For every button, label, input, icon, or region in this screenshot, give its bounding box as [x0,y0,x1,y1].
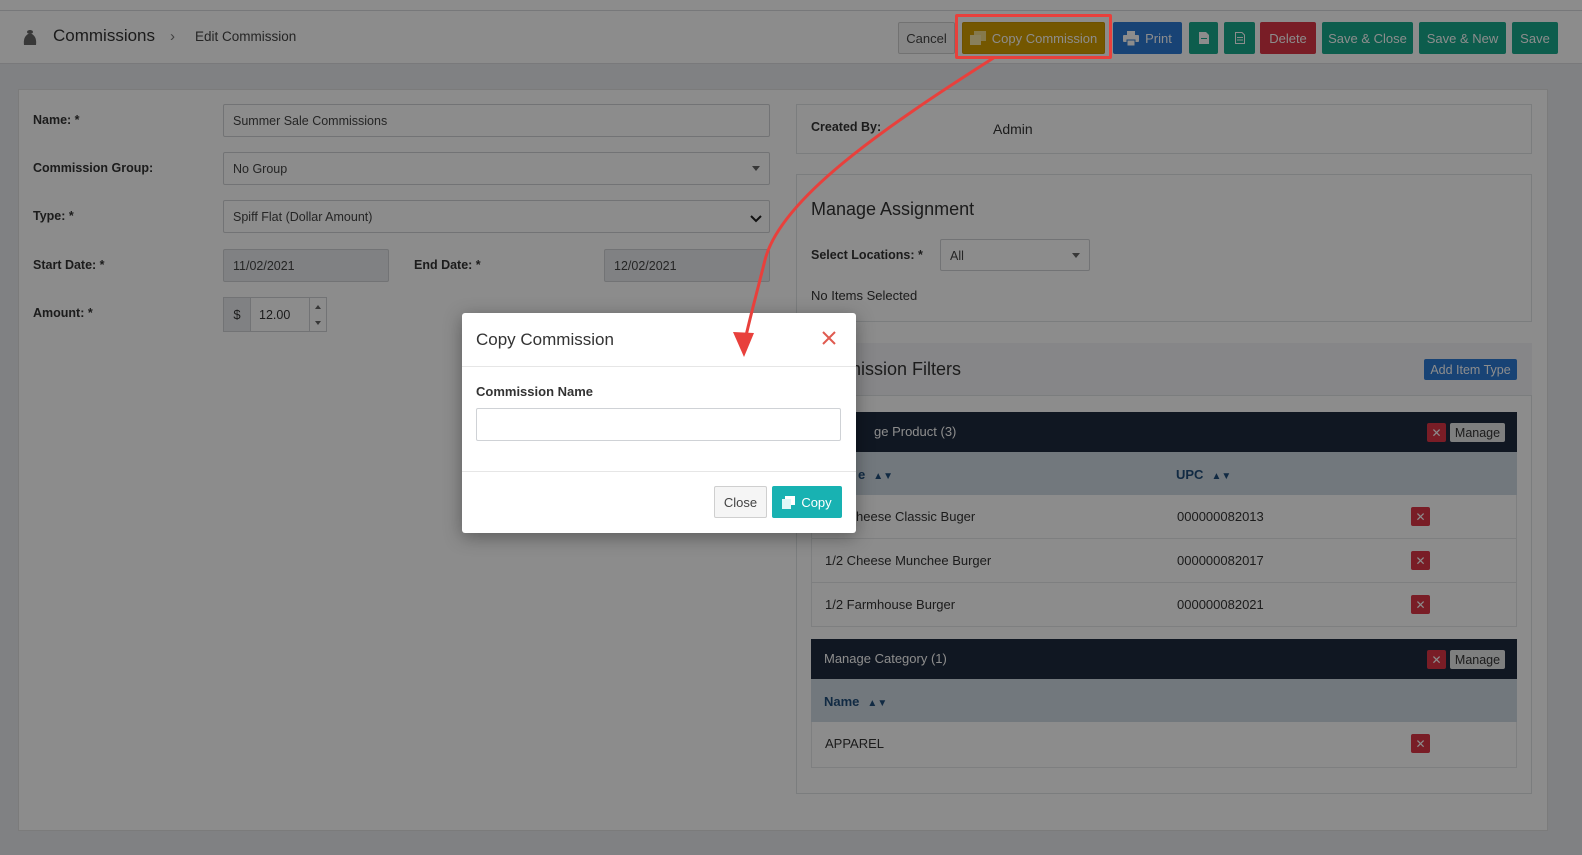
modal-divider [462,366,856,367]
copy-commission-highlight [955,14,1112,59]
modal-copy-button[interactable]: Copy [772,486,842,518]
modal-close-button[interactable]: Close [714,486,767,518]
copy-icon [782,495,796,509]
modal-title: Copy Commission [476,330,614,349]
commission-name-input[interactable] [476,408,841,441]
copy-commission-modal: Copy Commission Commission Name Close Co… [462,313,856,533]
close-icon[interactable] [819,328,839,348]
modal-divider [462,471,856,472]
commission-name-label: Commission Name [476,384,594,399]
